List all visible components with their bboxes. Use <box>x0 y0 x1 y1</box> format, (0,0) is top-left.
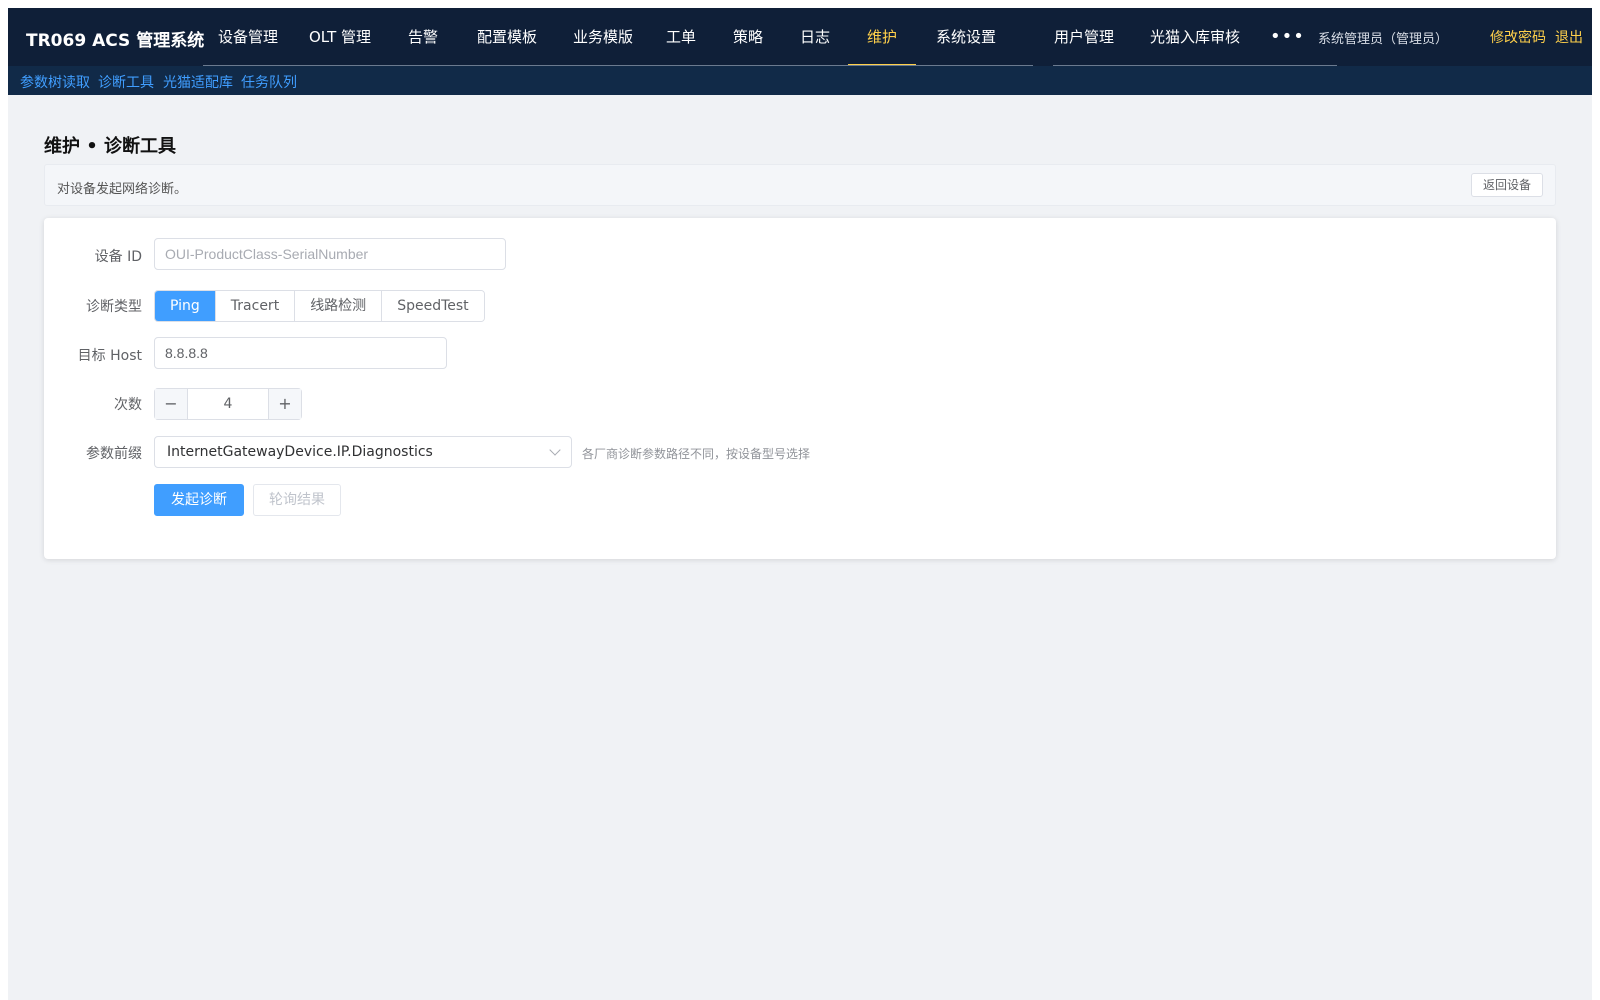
nav-item-maintenance[interactable]: 维护 <box>848 8 916 66</box>
param-prefix-hint: 各厂商诊断参数路径不同，按设备型号选择 <box>582 447 811 461</box>
subnav-ont-adapter-lib[interactable]: 光猫适配库 <box>163 72 233 92</box>
top-bar: TR069 ACS 管理系统 设备管理 OLT 管理 告警 配置模板 业务模版 … <box>8 8 1592 66</box>
nav-item-config-template[interactable]: 配置模板 <box>474 8 540 66</box>
nav-item-ont-audit[interactable]: 光猫入库审核 <box>1147 8 1243 66</box>
count-stepper: − 4 + <box>154 388 302 420</box>
diag-type-tracert[interactable]: Tracert <box>214 291 295 321</box>
sub-nav: 参数树读取 诊断工具 光猫适配库 任务队列 <box>8 66 1592 95</box>
diag-type-selector: Ping Tracert 线路检测 SpeedTest <box>154 290 485 322</box>
nav-item-system-settings[interactable]: 系统设置 <box>933 8 999 66</box>
ellipsis-icon[interactable]: ••• <box>1270 8 1304 66</box>
device-id-input[interactable] <box>154 238 506 270</box>
nav-item-devices[interactable]: 设备管理 <box>218 8 278 66</box>
nav-item-log[interactable]: 日志 <box>798 8 832 66</box>
target-host-input[interactable] <box>154 337 447 369</box>
nav-item-user-management[interactable]: 用户管理 <box>1051 8 1117 66</box>
start-diagnostic-button[interactable]: 发起诊断 <box>154 484 244 516</box>
increment-button[interactable]: + <box>268 389 301 419</box>
nav-item-policy[interactable]: 策略 <box>731 8 765 66</box>
nav-item-workorder[interactable]: 工单 <box>664 8 698 66</box>
param-prefix-label: 参数前缀 <box>86 446 142 462</box>
logout-link[interactable]: 退出 <box>1555 27 1583 47</box>
device-id-label: 设备 ID <box>94 249 142 265</box>
decrement-button[interactable]: − <box>155 389 188 419</box>
diag-type-speedtest[interactable]: SpeedTest <box>381 291 484 321</box>
nav-item-olt[interactable]: OLT 管理 <box>308 8 372 66</box>
app-title: TR069 ACS 管理系统 <box>26 31 205 51</box>
diag-type-line-check[interactable]: 线路检测 <box>294 291 382 321</box>
count-label: 次数 <box>114 397 142 413</box>
param-prefix-value: InternetGatewayDevice.IP.Diagnostics <box>167 444 433 460</box>
diagnostic-form-card: 设备 ID 诊断类型 Ping Tracert 线路检测 SpeedTest 目… <box>44 218 1556 559</box>
diag-type-label: 诊断类型 <box>86 299 142 315</box>
diag-type-ping[interactable]: Ping <box>155 291 215 321</box>
nav-item-service-template[interactable]: 业务模版 <box>570 8 636 66</box>
poll-result-button[interactable]: 轮询结果 <box>253 484 341 516</box>
nav-item-alarm[interactable]: 告警 <box>406 8 440 66</box>
change-password-link[interactable]: 修改密码 <box>1490 27 1546 47</box>
subnav-param-tree[interactable]: 参数树读取 <box>20 72 90 92</box>
target-host-label: 目标 Host <box>77 348 142 364</box>
chevron-down-icon <box>549 444 561 456</box>
subnav-task-queue[interactable]: 任务队列 <box>241 72 297 92</box>
description-bar: 对设备发起网络诊断。 返回设备 <box>44 164 1556 206</box>
page-description: 对设备发起网络诊断。 <box>57 182 188 197</box>
count-value[interactable]: 4 <box>188 389 268 419</box>
subnav-diagnostic-tools[interactable]: 诊断工具 <box>98 72 154 92</box>
back-to-device-button[interactable]: 返回设备 <box>1470 173 1543 197</box>
page-title: 维护 • 诊断工具 <box>44 136 177 157</box>
param-prefix-select[interactable]: InternetGatewayDevice.IP.Diagnostics <box>154 436 572 468</box>
app-frame: TR069 ACS 管理系统 设备管理 OLT 管理 告警 配置模板 业务模版 … <box>8 8 1592 1000</box>
user-name: 系统管理员（管理员） <box>1318 32 1449 47</box>
